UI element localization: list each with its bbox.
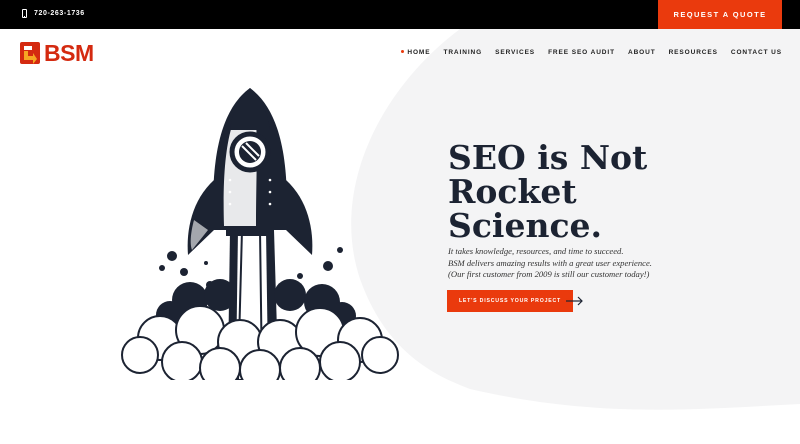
nav-item-training[interactable]: TRAINING <box>443 49 482 56</box>
nav-item-free-seo-audit[interactable]: FREE SEO AUDIT <box>548 49 615 56</box>
nav-item-services[interactable]: SERVICES <box>495 49 535 56</box>
hero-subtitle-line: BSM delivers amazing results with a grea… <box>448 257 652 268</box>
nav-item-contact-us[interactable]: CONTACT US <box>731 49 782 56</box>
logo[interactable]: BSM <box>20 39 130 66</box>
hero-subtitle-line: It takes knowledge, resources, and time … <box>448 246 624 256</box>
logo-icon <box>20 42 40 64</box>
hero-subtitle: It takes knowledge, resources, and time … <box>448 246 748 281</box>
page: 720-263-1736 REQUEST A QUOTE BSM HOME TR… <box>0 0 800 444</box>
top-bar: 720-263-1736 REQUEST A QUOTE <box>0 0 800 29</box>
phone-link[interactable]: 720-263-1736 <box>22 9 85 18</box>
main-nav: HOME TRAINING SERVICES FREE SEO AUDIT AB… <box>401 49 782 56</box>
phone-number: 720-263-1736 <box>34 10 85 17</box>
hero-subtitle-line: (Our first customer from 2009 is still o… <box>448 269 650 279</box>
phone-icon <box>22 9 27 18</box>
hero-title: SEO is Not Rocket Science. <box>448 138 648 245</box>
arrow-right-icon[interactable] <box>566 294 586 308</box>
rocket-illustration <box>121 88 399 380</box>
request-quote-button[interactable]: REQUEST A QUOTE <box>658 0 782 29</box>
discuss-project-button[interactable]: LET'S DISCUSS YOUR PROJECT <box>447 290 573 312</box>
logo-text: BSM <box>44 39 94 66</box>
nav-item-resources[interactable]: RESOURCES <box>669 49 718 56</box>
nav-item-home[interactable]: HOME <box>401 49 430 56</box>
nav-item-about[interactable]: ABOUT <box>628 49 656 56</box>
